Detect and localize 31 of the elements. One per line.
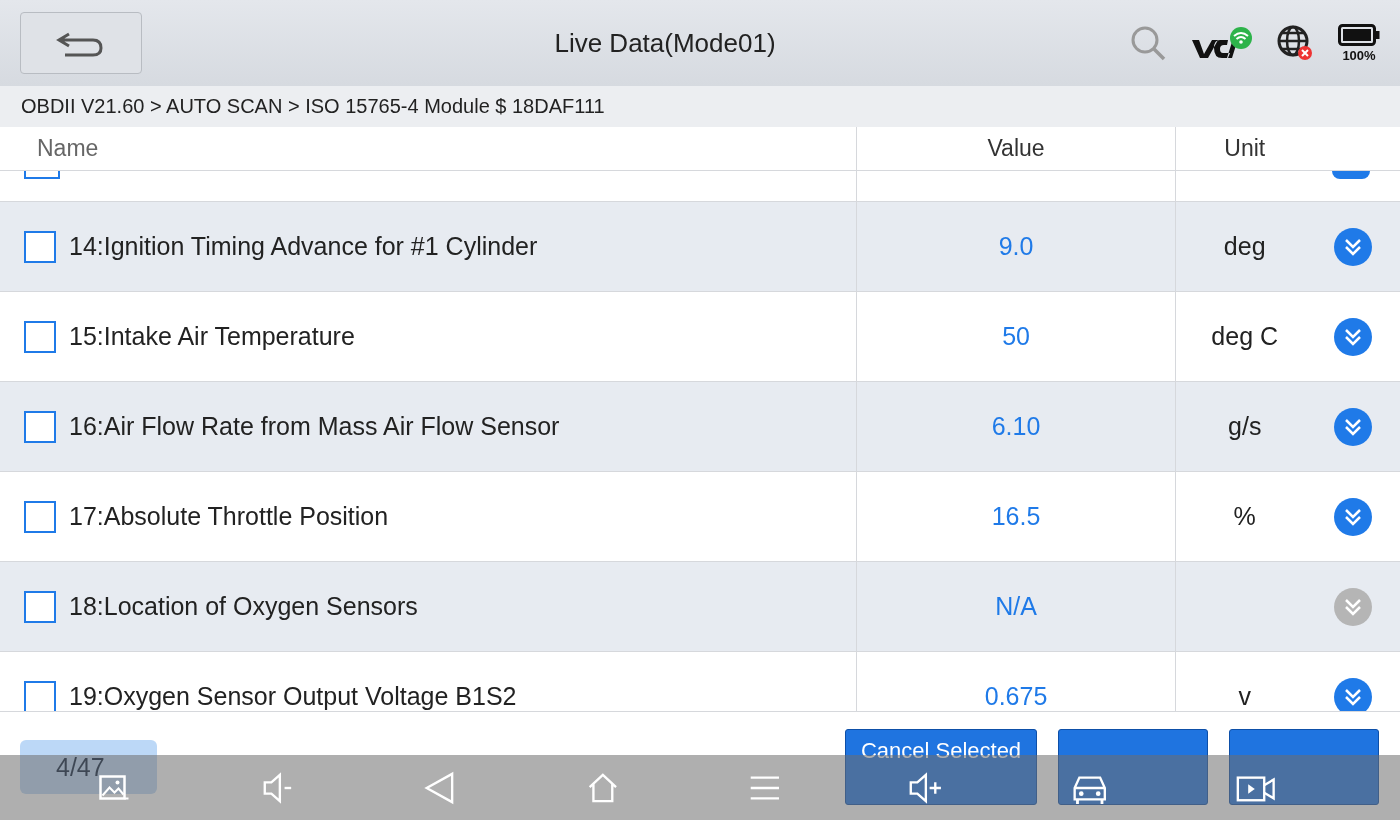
- parameter-unit: g/s: [1228, 412, 1262, 441]
- parameter-value: N/A: [995, 592, 1037, 621]
- action-button[interactable]: [1058, 729, 1208, 805]
- parameter-unit: deg C: [1211, 322, 1279, 351]
- column-header: Unit: [1224, 135, 1266, 162]
- parameter-name: 16:Air Flow Rate from Mass Air Flow Sensor: [69, 412, 560, 441]
- cancel-selected-button[interactable]: Cancel Selected: [845, 729, 1037, 805]
- parameter-value: 6.10: [991, 412, 1041, 441]
- parameter-value: 0.675: [984, 682, 1048, 711]
- column-header: Value: [987, 135, 1045, 162]
- parameter-value: 16.5: [991, 502, 1041, 531]
- battery-icon: [1338, 23, 1380, 46]
- parameter-name: 14:Ignition Timing Advance for #1 Cylinder: [69, 232, 538, 261]
- action-button[interactable]: [1229, 729, 1379, 805]
- back-button[interactable]: [20, 12, 142, 74]
- vci-wifi-icon: [1190, 26, 1254, 60]
- battery-percent: 100%: [1342, 47, 1376, 63]
- parameter-name: 17:Absolute Throttle Position: [69, 502, 389, 531]
- parameter-unit: v: [1238, 682, 1251, 711]
- column-header: Name: [36, 135, 99, 162]
- parameter-unit: deg: [1223, 232, 1266, 261]
- parameter-value: 50: [1002, 322, 1030, 351]
- parameter-value: 9.0: [998, 232, 1034, 261]
- breadcrumb: OBDII V21.60 > AUTO SCAN > ISO 15765-4 Module $ 18DAF111: [0, 86, 1400, 127]
- screen-title: Live Data(Mode01): [553, 27, 777, 59]
- parameter-name: 19:Oxygen Sensor Output Voltage B1S2: [69, 682, 517, 711]
- parameter-name: 18:Location of Oxygen Sensors: [69, 592, 418, 621]
- parameter-name: 15:Intake Air Temperature: [69, 322, 355, 351]
- image-icon[interactable]: [99, 775, 130, 800]
- parameter-unit: %: [1233, 502, 1256, 531]
- page-indicator: 4/47: [20, 740, 157, 794]
